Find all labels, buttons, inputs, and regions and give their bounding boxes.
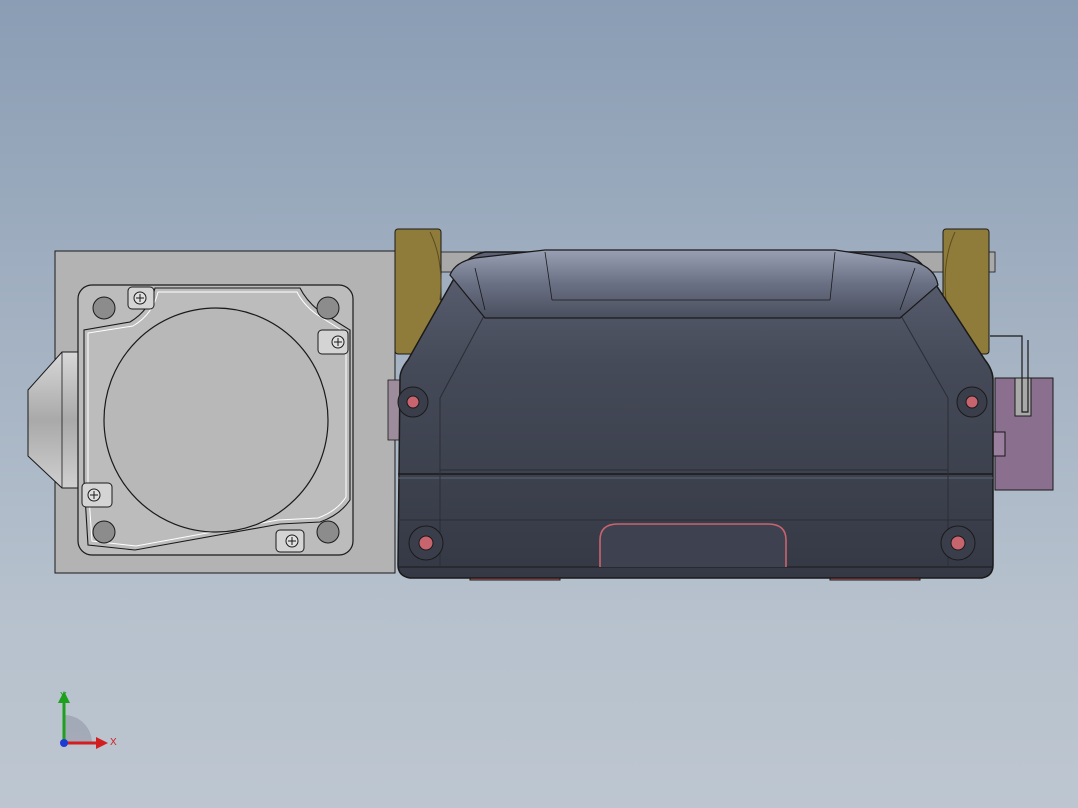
- motor-face[interactable]: [77, 284, 354, 556]
- bolt-icon: [940, 525, 976, 561]
- screw-icon: [127, 286, 155, 310]
- mount-hole: [316, 296, 340, 320]
- bolt-icon: [956, 386, 988, 418]
- screw-icon: [275, 529, 305, 553]
- bottom-recess: [599, 523, 787, 567]
- carry-handle[interactable]: [449, 249, 939, 319]
- axis-triad: Y X: [58, 691, 117, 749]
- cad-viewport[interactable]: [0, 0, 1078, 808]
- mount-hole: [316, 520, 340, 544]
- bolt-icon: [408, 525, 444, 561]
- z-axis-dot: [60, 739, 68, 747]
- screw-icon: [81, 482, 113, 508]
- triad-arc: [64, 715, 92, 743]
- y-axis-label: Y: [60, 691, 67, 702]
- mount-hole: [92, 296, 116, 320]
- x-axis-label: X: [110, 737, 117, 748]
- bolt-icon: [397, 386, 429, 418]
- mount-hole: [92, 520, 116, 544]
- shaft-cone[interactable]: [27, 351, 85, 489]
- side-tab[interactable]: [990, 335, 1054, 491]
- x-axis-arrow: [96, 737, 108, 749]
- screw-icon: [317, 329, 349, 355]
- motor-circle: [103, 307, 329, 533]
